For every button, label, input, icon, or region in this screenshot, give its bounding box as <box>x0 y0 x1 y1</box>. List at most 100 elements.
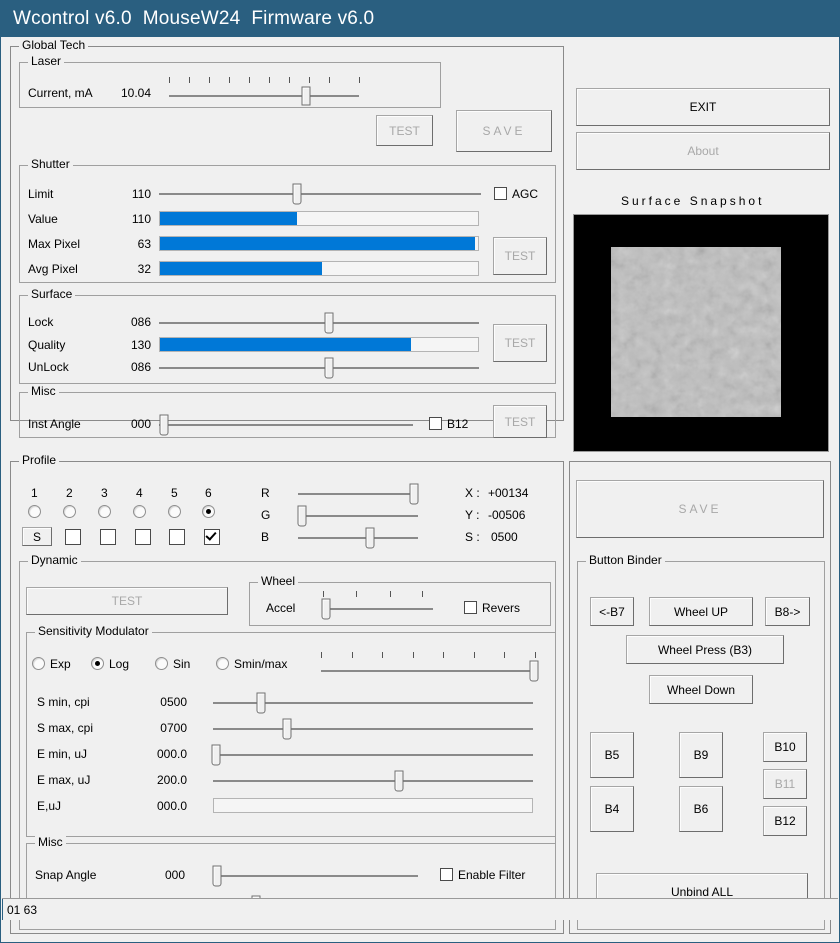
shutter-test-button[interactable]: TEST <box>493 237 547 275</box>
misc-test-button[interactable]: TEST <box>493 405 547 438</box>
slider-thumb[interactable] <box>282 719 291 740</box>
shutter-maxpixel-progress <box>159 236 479 251</box>
misc-snap-angle-slider[interactable] <box>213 865 418 887</box>
bind-b11-button[interactable]: B11 <box>763 769 807 799</box>
bind-wheel-down-button[interactable]: Wheel Down <box>649 675 753 704</box>
sensitivity-radio-log[interactable] <box>91 657 104 670</box>
profile-radio-4[interactable] <box>133 505 146 518</box>
bind-b9-button[interactable]: B9 <box>679 732 723 778</box>
bind-wheel-press-button[interactable]: Wheel Press (B3) <box>626 635 784 664</box>
profile-r-slider[interactable] <box>298 484 418 504</box>
slider-thumb[interactable] <box>324 313 333 334</box>
profile-number-5: 5 <box>171 486 178 500</box>
group-sensitivity-label: Sensitivity Modulator <box>35 625 152 637</box>
snapshot-noise <box>574 215 828 451</box>
profile-checkbox-3[interactable] <box>100 529 116 545</box>
slider-thumb[interactable] <box>301 87 310 106</box>
bind-b8-button[interactable]: B8-> <box>765 597 810 626</box>
misc-enable-filter-checkbox[interactable] <box>440 868 453 881</box>
profile-g-label: G <box>261 508 270 522</box>
slider-thumb[interactable] <box>293 184 302 205</box>
sensitivity-radio-sminmax[interactable] <box>216 657 229 670</box>
surface-snapshot-image <box>573 214 829 452</box>
slider-rail <box>321 670 536 672</box>
shutter-avgpixel-value: 32 <box>105 262 151 276</box>
profile-radio-1[interactable] <box>28 505 41 518</box>
slider-thumb[interactable] <box>257 693 266 714</box>
sensitivity-smin-slider[interactable] <box>213 692 533 714</box>
profile-number-6: 6 <box>205 486 212 500</box>
misc-snap-angle-value: 000 <box>141 868 185 882</box>
group-shutter-label: Shutter <box>28 158 73 170</box>
slider-thumb[interactable] <box>366 528 375 549</box>
sensitivity-emax-slider[interactable] <box>213 770 533 792</box>
profile-b-slider[interactable] <box>298 528 418 548</box>
wheel-accel-slider[interactable] <box>323 599 433 619</box>
slider-thumb[interactable] <box>410 484 419 505</box>
slider-thumb[interactable] <box>324 358 333 379</box>
profile-radio-3[interactable] <box>98 505 111 518</box>
slider-thumb[interactable] <box>160 415 169 436</box>
profile-checkbox-5[interactable] <box>169 529 185 545</box>
laser-save-button[interactable]: SAVE <box>456 110 552 152</box>
shutter-limit-value: 110 <box>105 187 151 201</box>
bind-b10-button[interactable]: B10 <box>763 732 807 762</box>
sensitivity-radio-exp[interactable] <box>32 657 45 670</box>
about-button[interactable]: About <box>576 132 830 170</box>
misc-inst-angle-value: 000 <box>105 417 151 431</box>
profile-checkbox-4[interactable] <box>135 529 151 545</box>
profile-save-button[interactable]: SAVE <box>576 480 824 538</box>
sensitivity-smin-label: S min, cpi <box>37 695 90 709</box>
slider-rail <box>298 515 418 517</box>
exit-button[interactable]: EXIT <box>576 88 830 126</box>
slider-rail <box>213 875 418 877</box>
profile-radio-2[interactable] <box>63 505 76 518</box>
laser-test-button[interactable]: TEST <box>376 115 433 146</box>
slider-rail <box>298 493 418 495</box>
slider-thumb[interactable] <box>297 506 306 527</box>
laser-current-slider[interactable] <box>169 85 359 107</box>
sensitivity-e-progress <box>213 798 533 813</box>
wheel-accel-label: Accel <box>266 601 295 615</box>
shutter-limit-slider[interactable] <box>159 183 481 205</box>
misc-inst-angle-slider[interactable] <box>159 414 413 436</box>
group-button-binder-label: Button Binder <box>586 554 665 566</box>
surface-lock-label: Lock <box>28 315 53 329</box>
group-misc-bottom-label: Misc <box>35 836 66 848</box>
bind-b12-button[interactable]: B12 <box>763 806 807 836</box>
laser-slider-ticks <box>169 77 359 83</box>
group-profile-label: Profile <box>19 454 59 466</box>
profile-s-button[interactable]: S <box>22 527 52 546</box>
bind-b7-button[interactable]: <-B7 <box>590 597 634 626</box>
profile-radio-5[interactable] <box>168 505 181 518</box>
shutter-agc-checkbox[interactable] <box>494 187 507 200</box>
slider-thumb[interactable] <box>322 599 331 620</box>
sensitivity-curve-slider[interactable] <box>321 660 536 682</box>
group-global-tech-label: Global Tech <box>19 39 88 51</box>
sensitivity-radio-sin[interactable] <box>155 657 168 670</box>
profile-radio-6[interactable] <box>202 505 215 518</box>
bind-b5-button[interactable]: B5 <box>590 732 634 778</box>
dynamic-test-button[interactable]: TEST <box>26 587 228 615</box>
surface-test-button[interactable]: TEST <box>493 324 547 362</box>
surface-unlock-slider[interactable] <box>159 357 479 379</box>
shutter-agc-label: AGC <box>512 187 538 201</box>
bind-b6-button[interactable]: B6 <box>679 786 723 832</box>
profile-x-value: +00134 <box>488 486 528 500</box>
surface-lock-slider[interactable] <box>159 312 479 334</box>
sensitivity-emin-slider[interactable] <box>213 744 533 766</box>
profile-checkbox-6[interactable] <box>204 529 220 545</box>
bind-wheel-up-button[interactable]: Wheel UP <box>649 597 753 626</box>
slider-thumb[interactable] <box>213 866 222 887</box>
sensitivity-smax-slider[interactable] <box>213 718 533 740</box>
slider-thumb[interactable] <box>394 771 403 792</box>
profile-checkbox-2[interactable] <box>65 529 81 545</box>
wheel-revers-label: Revers <box>482 601 520 615</box>
slider-thumb[interactable] <box>529 661 538 682</box>
slider-rail <box>159 193 481 195</box>
profile-g-slider[interactable] <box>298 506 418 526</box>
misc-b12-checkbox[interactable] <box>429 417 442 430</box>
bind-b4-button[interactable]: B4 <box>590 786 634 832</box>
wheel-revers-checkbox[interactable] <box>464 601 477 614</box>
slider-thumb[interactable] <box>212 745 221 766</box>
